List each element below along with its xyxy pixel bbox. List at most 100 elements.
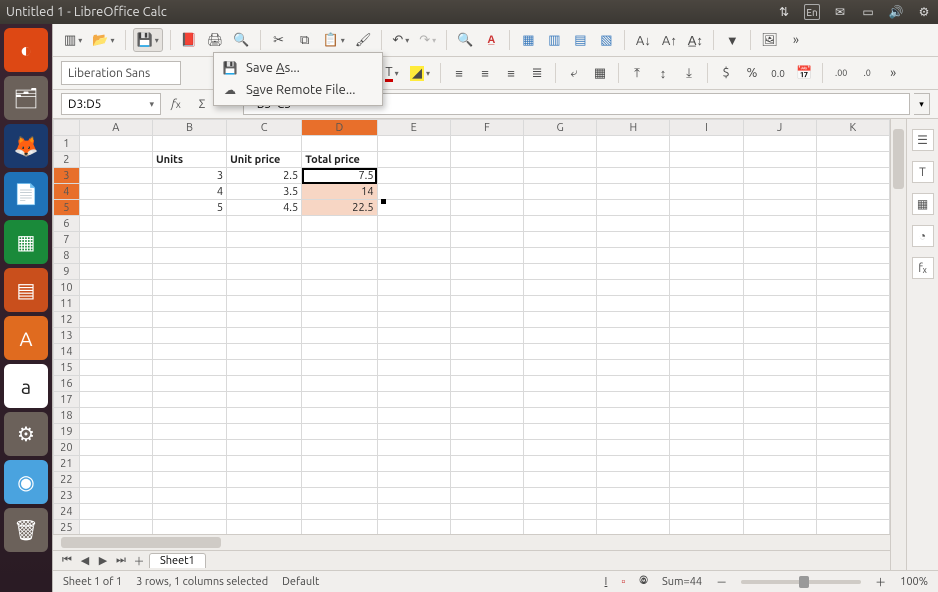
cell-G24[interactable] [523, 504, 596, 520]
percent-button[interactable]: % [741, 61, 763, 85]
cell-C1[interactable] [227, 136, 302, 152]
cell-H4[interactable] [597, 184, 670, 200]
cell-C10[interactable] [227, 280, 302, 296]
cell-A13[interactable] [79, 328, 152, 344]
row-header-16[interactable]: 16 [54, 376, 80, 392]
cell-K14[interactable] [816, 344, 889, 360]
cell-G16[interactable] [523, 376, 596, 392]
cell-E9[interactable] [377, 264, 450, 280]
cell-E15[interactable] [377, 360, 450, 376]
cell-G25[interactable] [523, 520, 596, 535]
tab-add-button[interactable]: ＋ [131, 553, 147, 569]
cell-G5[interactable] [523, 200, 596, 216]
cell-D10[interactable] [302, 280, 377, 296]
cell-B7[interactable] [152, 232, 226, 248]
cell-E21[interactable] [377, 456, 450, 472]
cell-A14[interactable] [79, 344, 152, 360]
sidebar-button-4[interactable]: fₓ [912, 257, 934, 279]
cell-J2[interactable] [743, 152, 816, 168]
cell-A7[interactable] [79, 232, 152, 248]
cell-F3[interactable] [450, 168, 523, 184]
cell-H7[interactable] [597, 232, 670, 248]
cell-A21[interactable] [79, 456, 152, 472]
cell-D16[interactable] [302, 376, 377, 392]
cell-G3[interactable] [523, 168, 596, 184]
row-header-20[interactable]: 20 [54, 440, 80, 456]
cell-D9[interactable] [302, 264, 377, 280]
currency-button[interactable]: $ [715, 61, 737, 85]
cell-B6[interactable] [152, 216, 226, 232]
cell-I24[interactable] [670, 504, 743, 520]
cell-G20[interactable] [523, 440, 596, 456]
cell-A11[interactable] [79, 296, 152, 312]
cell-B13[interactable] [152, 328, 226, 344]
add-decimal-button[interactable]: .00 [830, 61, 852, 85]
tab-last-button[interactable]: ⏭ [113, 553, 129, 569]
cell-A23[interactable] [79, 488, 152, 504]
cell-H15[interactable] [597, 360, 670, 376]
cell-B15[interactable] [152, 360, 226, 376]
cell-B18[interactable] [152, 408, 226, 424]
name-box[interactable]: D3:D5 ▾ [61, 93, 161, 115]
cell-I4[interactable] [670, 184, 743, 200]
gear-icon[interactable]: ⚙ [916, 4, 932, 20]
col-header-J[interactable]: J [743, 120, 816, 136]
sidebar-button-2[interactable]: ▦ [912, 193, 934, 215]
cell-I14[interactable] [670, 344, 743, 360]
col-header-H[interactable]: H [597, 120, 670, 136]
cell-H17[interactable] [597, 392, 670, 408]
cell-D20[interactable] [302, 440, 377, 456]
row-header-11[interactable]: 11 [54, 296, 80, 312]
cell-C7[interactable] [227, 232, 302, 248]
cell-E22[interactable] [377, 472, 450, 488]
cell-F16[interactable] [450, 376, 523, 392]
date-button[interactable]: 📅 [793, 61, 815, 85]
cell-E10[interactable] [377, 280, 450, 296]
cell-I3[interactable] [670, 168, 743, 184]
cell-B20[interactable] [152, 440, 226, 456]
cell-I19[interactable] [670, 424, 743, 440]
cell-E13[interactable] [377, 328, 450, 344]
row-header-10[interactable]: 10 [54, 280, 80, 296]
cell-A8[interactable] [79, 248, 152, 264]
cell-I9[interactable] [670, 264, 743, 280]
font-name-combo[interactable]: Liberation Sans [61, 61, 181, 85]
cell-B2[interactable]: Units [152, 152, 226, 168]
status-signature-icon[interactable]: 🞋 [639, 575, 648, 588]
cell-F24[interactable] [450, 504, 523, 520]
cell-H22[interactable] [597, 472, 670, 488]
cell-G9[interactable] [523, 264, 596, 280]
cell-A15[interactable] [79, 360, 152, 376]
cell-F9[interactable] [450, 264, 523, 280]
chart-button[interactable]: ▼ [721, 28, 743, 52]
cell-C13[interactable] [227, 328, 302, 344]
sort-desc-button[interactable]: ▧ [595, 28, 617, 52]
cell-K2[interactable] [816, 152, 889, 168]
cell-A17[interactable] [79, 392, 152, 408]
row-header-2[interactable]: 2 [54, 152, 80, 168]
cell-J4[interactable] [743, 184, 816, 200]
undo-button[interactable]: ↶ [389, 28, 412, 52]
launcher-trash[interactable]: 🗑 [4, 508, 48, 552]
sidebar-button-1[interactable]: T [912, 161, 934, 183]
cell-F25[interactable] [450, 520, 523, 535]
row-header-4[interactable]: 4 [54, 184, 80, 200]
cell-H14[interactable] [597, 344, 670, 360]
cell-E20[interactable] [377, 440, 450, 456]
new-button[interactable]: ▥ [61, 28, 85, 52]
cell-B4[interactable]: 4 [152, 184, 226, 200]
cell-C4[interactable]: 3.5 [227, 184, 302, 200]
cell-E7[interactable] [377, 232, 450, 248]
launcher-dash[interactable]: ◐ [4, 28, 48, 72]
cell-K8[interactable] [816, 248, 889, 264]
cell-F11[interactable] [450, 296, 523, 312]
cell-C24[interactable] [227, 504, 302, 520]
cell-B1[interactable] [152, 136, 226, 152]
cell-A9[interactable] [79, 264, 152, 280]
cell-K23[interactable] [816, 488, 889, 504]
fill-handle[interactable] [381, 199, 386, 204]
overflow2-button[interactable]: » [882, 61, 904, 85]
cell-D4[interactable]: 14 [302, 184, 377, 200]
col-header-D[interactable]: D [302, 120, 377, 136]
row-button[interactable]: ▦ [517, 28, 539, 52]
